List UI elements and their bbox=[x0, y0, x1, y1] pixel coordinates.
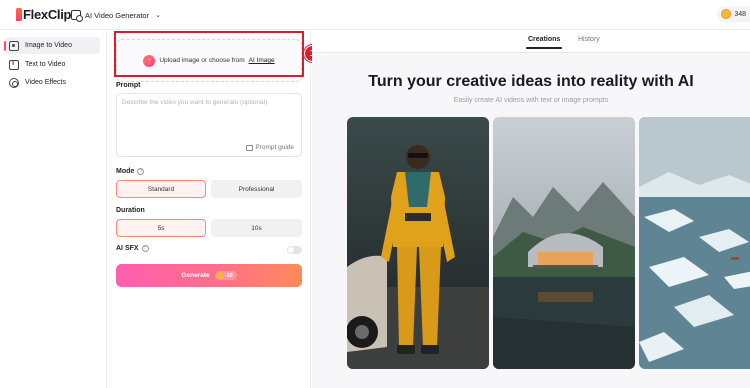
sample-image-racer[interactable] bbox=[347, 117, 489, 369]
active-indicator bbox=[4, 41, 6, 51]
annotation-highlight-box bbox=[114, 31, 304, 77]
duration-label: Duration bbox=[116, 207, 145, 214]
credits-count: 348 bbox=[734, 10, 746, 18]
effects-icon bbox=[9, 77, 19, 88]
mode-label: Mode ? bbox=[116, 168, 145, 175]
prompt-guide-button[interactable]: Prompt guide bbox=[246, 144, 294, 151]
generate-label: Generate bbox=[181, 272, 210, 279]
ai-video-tool-icon bbox=[71, 10, 83, 22]
nav-item-label: Video Effects bbox=[25, 79, 66, 86]
prompt-input[interactable] bbox=[122, 99, 297, 137]
generate-button[interactable]: Generate -10 bbox=[116, 264, 302, 287]
generator-form: ↑ Upload image or choose from AI Image P… bbox=[108, 31, 311, 388]
sample-image-house[interactable] bbox=[493, 117, 635, 369]
prompt-box: Prompt guide bbox=[116, 93, 302, 157]
ai-sfx-label: AI SFX ? bbox=[116, 245, 149, 252]
showcase-headline: Turn your creative ideas into reality wi… bbox=[368, 73, 694, 90]
top-header: FlexClip AI Video Generator ⌄ 348 bbox=[0, 0, 750, 30]
duration-10s-option[interactable]: 10s bbox=[211, 219, 302, 237]
mode-professional-option[interactable]: Professional bbox=[211, 180, 302, 198]
coin-icon bbox=[215, 272, 223, 279]
text-icon bbox=[9, 59, 19, 70]
nav-item-video-effects[interactable]: Video Effects bbox=[5, 74, 100, 91]
tab-history[interactable]: History bbox=[578, 36, 600, 43]
showcase-tabs: Creations History bbox=[312, 31, 750, 53]
duration-5s-option[interactable]: 5s bbox=[116, 219, 206, 237]
flexclip-logo-mark-icon bbox=[16, 7, 22, 21]
sample-image-icebergs[interactable] bbox=[639, 117, 750, 369]
tool-selector-dropdown[interactable]: AI Video Generator ⌄ bbox=[71, 7, 161, 23]
mode-selector: Standard Professional bbox=[116, 180, 302, 198]
tool-sidebar: Image to Video Text to Video Video Effec… bbox=[0, 31, 107, 388]
generate-cost: -10 bbox=[224, 272, 233, 279]
nav-item-text-to-video[interactable]: Text to Video bbox=[5, 56, 100, 73]
nav-item-image-to-video[interactable]: Image to Video bbox=[4, 37, 100, 54]
prompt-label: Prompt bbox=[116, 82, 141, 89]
nav-item-label: Text to Video bbox=[25, 61, 66, 68]
ai-sfx-toggle[interactable] bbox=[287, 246, 302, 254]
prompt-guide-label: Prompt guide bbox=[255, 144, 294, 151]
showcase-subheadline: Easily create AI videos with text or ima… bbox=[453, 97, 609, 104]
help-icon[interactable]: ? bbox=[141, 245, 149, 252]
chevron-down-icon: ⌄ bbox=[155, 12, 161, 19]
tab-creations[interactable]: Creations bbox=[525, 36, 563, 49]
coin-icon bbox=[721, 9, 732, 19]
generate-cost-badge: -10 bbox=[214, 271, 237, 280]
logo-text: FlexClip bbox=[23, 6, 72, 22]
help-icon[interactable]: ? bbox=[137, 168, 145, 175]
flexclip-logo[interactable]: FlexClip bbox=[16, 6, 71, 22]
book-icon bbox=[246, 144, 254, 151]
duration-selector: 5s 10s bbox=[116, 219, 302, 237]
nav-item-label: Image to Video bbox=[25, 42, 72, 49]
image-icon bbox=[9, 40, 19, 51]
credits-balance[interactable]: 348 bbox=[717, 6, 750, 22]
mode-standard-option[interactable]: Standard bbox=[116, 180, 206, 198]
showcase-panel: Creations History Turn your creative ide… bbox=[312, 31, 750, 388]
tool-selector-label: AI Video Generator bbox=[85, 10, 150, 20]
